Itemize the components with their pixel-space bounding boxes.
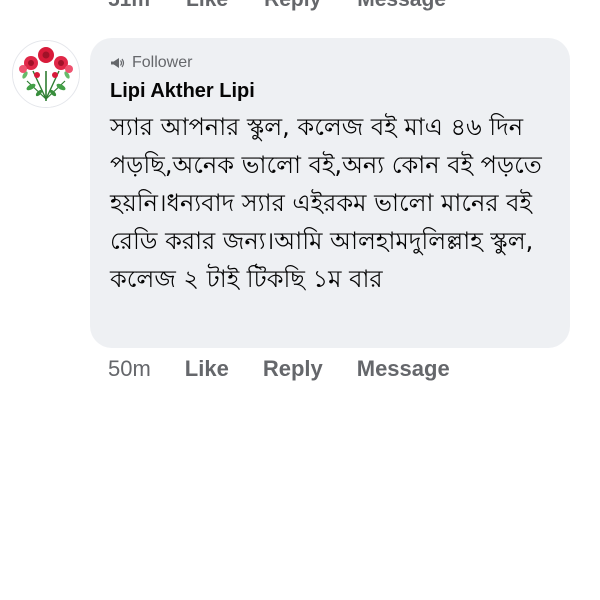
- reply-button[interactable]: Reply: [263, 356, 323, 382]
- previous-comment-time: 51m: [108, 0, 150, 12]
- previous-comment-actions: 51m Like Reply Message: [108, 0, 446, 12]
- comment-time[interactable]: 50m: [108, 356, 151, 382]
- comment-thread: 51m Like Reply Message: [0, 0, 600, 600]
- follower-icon: [110, 55, 126, 71]
- like-button[interactable]: Like: [185, 356, 229, 382]
- comment-bubble: Follower Lipi Akther Lipi স্যার আপনার স্…: [90, 38, 570, 348]
- comment-actions: 50m Like Reply Message: [108, 356, 450, 382]
- comment-text: স্যার আপনার স্কুল, কলেজ বই মাএ ৪৬ দিন পড…: [110, 113, 542, 293]
- follower-badge: Follower: [110, 52, 550, 74]
- message-button[interactable]: Message: [357, 356, 450, 382]
- previous-like-button[interactable]: Like: [186, 0, 228, 12]
- follower-badge-label: Follower: [132, 54, 193, 71]
- author-name[interactable]: Lipi Akther Lipi: [110, 78, 550, 104]
- flower-bouquet-icon: [13, 41, 79, 107]
- previous-reply-button[interactable]: Reply: [264, 0, 321, 12]
- avatar[interactable]: [12, 40, 80, 108]
- previous-message-button[interactable]: Message: [357, 0, 446, 12]
